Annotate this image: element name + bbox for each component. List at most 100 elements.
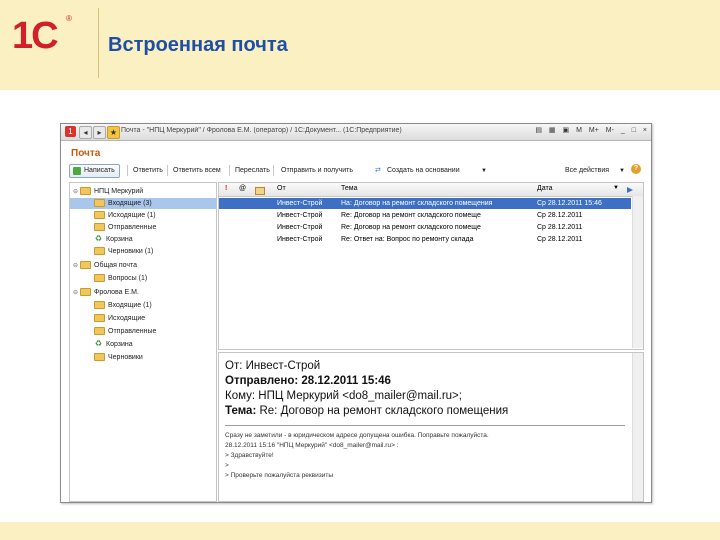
col-attachment[interactable]: @ xyxy=(239,185,246,192)
calendar-icon[interactable]: ▣ xyxy=(562,126,569,134)
folder-icon xyxy=(94,274,105,283)
close-button[interactable]: × xyxy=(643,127,647,134)
print-icon[interactable]: ▤ xyxy=(535,126,542,134)
send-receive-button[interactable]: Отправить и получить xyxy=(281,165,353,177)
tree-label: Исходящие xyxy=(108,315,146,322)
message-preview: От: Инвест-Строй Отправлено: 28.12.2011 … xyxy=(218,352,644,502)
row-subject: На: Договор на ремонт складского помещен… xyxy=(341,200,493,207)
compose-button[interactable]: Написать xyxy=(69,164,120,178)
folder-icon xyxy=(94,199,105,208)
message-list: ! @ От Тема Дата ▼ Инвест-Строй На: Догов… xyxy=(218,182,644,350)
folder-icon xyxy=(94,327,105,336)
tree-node-drafts[interactable]: Черновики xyxy=(94,352,143,363)
table-row[interactable]: Инвест-Строй Re: Ответ на: Вопрос по ремо… xyxy=(219,234,631,245)
tree-node-sent[interactable]: Отправленные xyxy=(94,326,156,337)
forward-button[interactable]: Переслать xyxy=(235,165,270,177)
tree-node-questions[interactable]: Вопросы (1) xyxy=(94,273,147,284)
forward-icon[interactable]: ▸ xyxy=(93,126,106,139)
window-controls: ▤ ▦ ▣ M M+ M- _ □ × xyxy=(530,126,647,134)
folder-icon xyxy=(94,301,105,310)
create-based-dropdown-icon[interactable]: ▼ xyxy=(481,165,487,177)
row-subject: Re: Договор на ремонт складского помеще xyxy=(341,212,481,219)
tree-label: НПЦ Меркурий xyxy=(94,188,144,195)
preview-scrollbar[interactable] xyxy=(632,353,643,501)
preview-body-line: > Здравствуйте! xyxy=(225,452,274,459)
slide-header: 1С ® Встроенная почта xyxy=(0,0,720,90)
preview-subject-label: Тема: xyxy=(225,405,257,417)
col-from[interactable]: От xyxy=(277,185,286,192)
preview-body-line: 28.12.2011 15:16 "НПЦ Меркурий" <do8_mai… xyxy=(225,442,399,449)
tree-node-shared[interactable]: ⊖ Общая почта xyxy=(73,260,137,271)
app-icon[interactable]: 1 xyxy=(65,126,76,137)
tree-label: Черновики xyxy=(108,354,143,361)
memory-minus-button[interactable]: M- xyxy=(606,127,614,134)
row-date: Ср 28.12.2011 xyxy=(537,236,583,243)
all-actions-button[interactable]: Все действия xyxy=(565,165,609,177)
col-subject[interactable]: Тема xyxy=(341,185,357,192)
row-from: Инвест-Строй xyxy=(277,200,323,207)
preview-body-line: Сразу не заметили - в юридическом адресе… xyxy=(225,432,489,439)
preview-to: Кому: НПЦ Меркурий <do8_mailer@mail.ru>; xyxy=(225,390,462,402)
registered-mark: ® xyxy=(66,14,72,23)
folder-icon xyxy=(80,187,91,196)
tree-node-inbox[interactable]: Входящие (1) xyxy=(94,300,152,311)
row-date: Ср 28.12.2011 xyxy=(537,224,583,231)
create-based-button[interactable]: Создать на основании xyxy=(387,165,460,177)
calc-icon[interactable]: ▦ xyxy=(549,126,556,134)
compose-icon xyxy=(73,167,81,175)
toolbar-divider xyxy=(167,165,168,176)
preview-subject-text: Re: Договор на ремонт складского помещен… xyxy=(259,405,509,417)
mail-toolbar: Написать Ответить Ответить всем Переслат… xyxy=(69,164,644,178)
folder-icon xyxy=(80,261,91,270)
table-row[interactable]: Инвест-Строй Re: Договор на ремонт складс… xyxy=(219,210,631,221)
memory-button[interactable]: M xyxy=(576,127,582,134)
row-from: Инвест-Строй xyxy=(277,236,323,243)
window-titlebar[interactable]: 1 ◂ ▸ ★ Почта - "НПЦ Меркурий" / Фролова… xyxy=(61,124,651,141)
tree-label: Входящие (1) xyxy=(108,302,152,309)
table-row[interactable]: Инвест-Строй На: Договор на ремонт складс… xyxy=(219,198,631,209)
tree-label: Черновики (1) xyxy=(108,248,154,255)
tree-label: Общая почта xyxy=(94,262,138,269)
preview-sent: Отправлено: 28.12.2011 15:46 xyxy=(225,375,391,387)
tree-node-mercury[interactable]: ⊖ НПЦ Меркурий xyxy=(73,186,143,197)
all-actions-dropdown-icon[interactable]: ▼ xyxy=(619,165,625,177)
back-icon[interactable]: ◂ xyxy=(79,126,92,139)
tree-node-outbox[interactable]: Исходящие xyxy=(94,313,145,324)
tree-node-sent[interactable]: Отправленные xyxy=(94,222,156,233)
folder-icon xyxy=(94,314,105,323)
folder-icon xyxy=(94,211,105,220)
list-scrollbar[interactable] xyxy=(632,196,643,348)
favorite-icon[interactable]: ★ xyxy=(107,126,120,139)
col-importance[interactable]: ! xyxy=(225,185,227,192)
tree-node-frolova[interactable]: ⊖ Фролова Е.М. xyxy=(73,287,139,298)
reply-button[interactable]: Ответить xyxy=(133,165,163,177)
header-divider xyxy=(98,8,99,78)
tree-label: Отправленные xyxy=(108,328,157,335)
tree-node-drafts[interactable]: Черновики (1) xyxy=(94,246,153,257)
tree-node-trash[interactable]: ♻ Корзина xyxy=(94,234,133,245)
preview-body-line: > Проверьте пожалуйста реквизиты xyxy=(225,472,334,479)
tree-node-trash[interactable]: ♻ Корзина xyxy=(94,339,133,350)
sort-desc-icon[interactable]: ▼ xyxy=(613,185,619,191)
tree-node-outbox[interactable]: Исходящие (1) xyxy=(94,210,156,221)
memory-plus-button[interactable]: M+ xyxy=(589,127,599,134)
row-from: Инвест-Строй xyxy=(277,212,323,219)
toolbar-divider xyxy=(127,165,128,176)
reply-all-button[interactable]: Ответить всем xyxy=(173,165,221,177)
window-title: Почта - "НПЦ Меркурий" / Фролова Е.М. (о… xyxy=(121,127,402,134)
folder-icon xyxy=(94,247,105,256)
help-icon[interactable]: ? xyxy=(631,164,641,174)
tree-node-inbox[interactable]: Входящие (3) xyxy=(70,198,216,209)
col-date[interactable]: Дата xyxy=(537,185,553,192)
row-subject: Re: Договор на ремонт складского помеще xyxy=(341,224,481,231)
expand-icon[interactable]: ⊖ xyxy=(73,187,80,198)
minimize-button[interactable]: _ xyxy=(621,127,625,134)
expand-icon[interactable]: ⊖ xyxy=(73,288,80,299)
table-row[interactable]: Инвест-Строй Re: Договор на ремонт складс… xyxy=(219,222,631,233)
tree-label: Фролова Е.М. xyxy=(94,289,139,296)
row-from: Инвест-Строй xyxy=(277,224,323,231)
folder-icon xyxy=(80,288,91,297)
maximize-button[interactable]: □ xyxy=(632,127,636,134)
preview-body-line: > xyxy=(225,462,229,469)
expand-icon[interactable]: ⊖ xyxy=(73,261,80,272)
